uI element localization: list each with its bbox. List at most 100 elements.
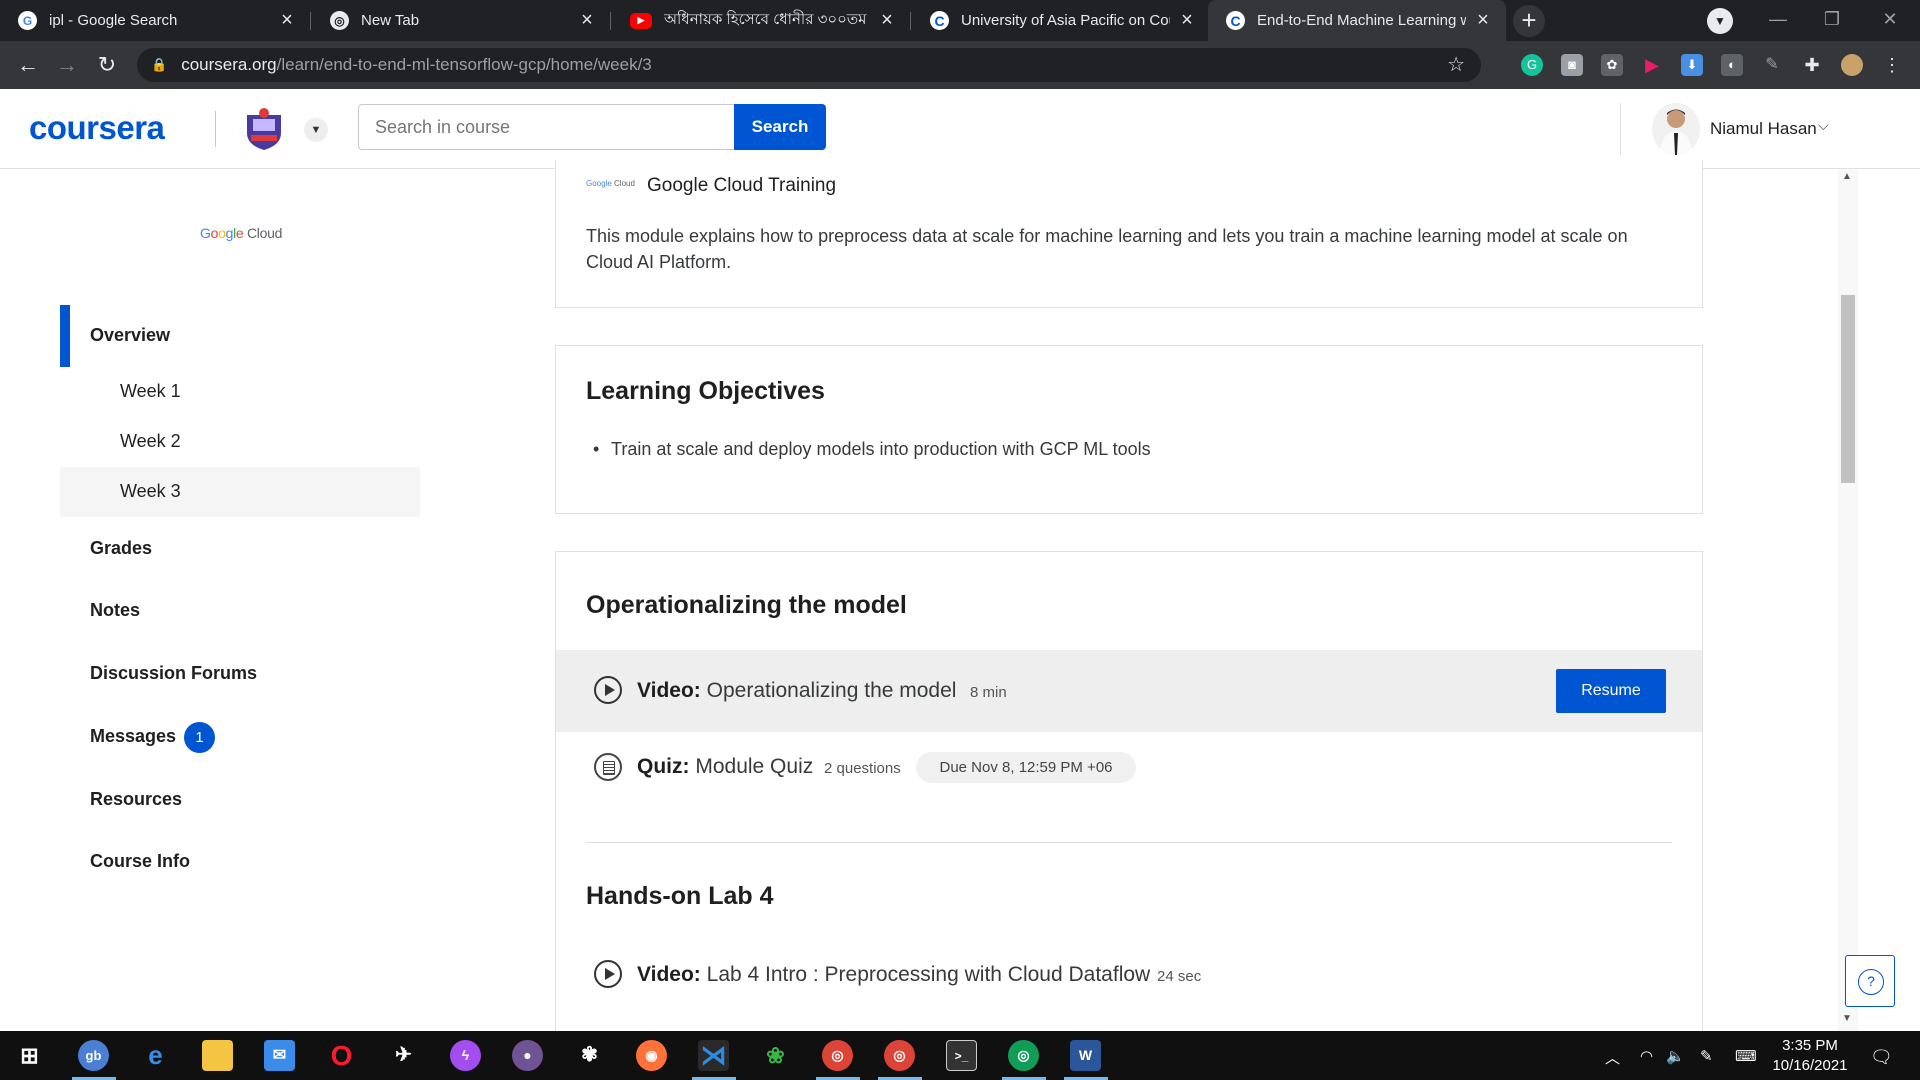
video-duration: 24 sec — [1157, 968, 1202, 985]
instructor-name[interactable]: Google Cloud Training — [647, 175, 836, 197]
help-icon: ? — [1858, 969, 1884, 995]
extension-icon[interactable]: ✿ — [1601, 54, 1623, 76]
search-button[interactable]: Search — [734, 104, 826, 150]
sidebar-item-week-2[interactable]: Week 2 — [120, 431, 181, 452]
chevron-down-icon[interactable]: ▼ — [304, 118, 328, 142]
scroll-down-icon[interactable]: ▼ — [1842, 1013, 1852, 1024]
menu-dots-icon[interactable]: ⋮ — [1881, 54, 1903, 76]
video-item-title[interactable]: Video: Operationalizing the model — [637, 679, 956, 703]
app-icon[interactable]: ✾ — [574, 1040, 605, 1071]
close-icon[interactable]: × — [1178, 9, 1196, 32]
close-icon[interactable]: × — [878, 9, 896, 32]
windows-start-icon[interactable]: ⊞ — [14, 1040, 45, 1071]
minimize-icon[interactable]: — — [1748, 0, 1808, 41]
sidebar-item-course-info[interactable]: Course Info — [90, 851, 190, 872]
new-tab-button[interactable]: + — [1513, 5, 1545, 37]
grammarly-icon[interactable]: G — [1521, 54, 1543, 76]
app-icon[interactable]: ❀ — [760, 1040, 791, 1071]
download-icon[interactable]: ⬇ — [1681, 54, 1703, 76]
play-extension-icon[interactable]: ▶ — [1641, 54, 1663, 76]
word-icon[interactable]: W — [1070, 1040, 1101, 1071]
tab-separator — [910, 12, 911, 30]
scroll-up-icon[interactable]: ▲ — [1842, 171, 1852, 182]
objective-item: Train at scale and deploy models into pr… — [593, 439, 1151, 460]
chrome-icon[interactable]: ◎ — [822, 1040, 853, 1071]
module-description: This module explains how to preprocess d… — [586, 226, 1628, 272]
chrome-icon[interactable]: ◎ — [1008, 1040, 1039, 1071]
chrome-icon[interactable]: ◎ — [884, 1040, 915, 1071]
restore-icon[interactable]: ❐ — [1802, 0, 1862, 41]
file-explorer-icon[interactable] — [202, 1040, 233, 1071]
coursera-header: coursera ▼ Search Niamul Hasan ⌵ — [0, 89, 1920, 169]
close-icon[interactable]: × — [578, 9, 596, 32]
sidebar-item-grades[interactable]: Grades — [90, 538, 152, 559]
vscode-icon[interactable]: ⋊ — [698, 1040, 729, 1071]
resume-button[interactable]: Resume — [1556, 669, 1666, 713]
close-icon[interactable]: × — [278, 9, 296, 32]
sidebar-item-week-1[interactable]: Week 1 — [120, 381, 181, 402]
github-icon[interactable]: ● — [512, 1040, 543, 1071]
browser-tabstrip: G ipl - Google Search × ◎ New Tab × ▶ অধ… — [0, 0, 1920, 41]
coursera-icon: C — [930, 11, 949, 30]
avatar[interactable] — [1652, 103, 1700, 155]
pen-icon[interactable]: ✎ — [1761, 54, 1783, 76]
browser-toolbar: ← → ↻ 🔒 coursera.org/learn/end-to-end-ml… — [0, 41, 1920, 89]
edge-icon[interactable]: e — [140, 1040, 171, 1071]
scrollbar-thumb[interactable] — [1841, 295, 1855, 483]
quiz-icon — [594, 753, 622, 781]
sidebar-item-notes[interactable]: Notes — [90, 600, 140, 621]
google-cloud-logo: Google Cloud — [200, 225, 283, 241]
coursera-icon: C — [1226, 11, 1245, 30]
sidebar-item-overview[interactable]: Overview — [90, 325, 170, 346]
search-input[interactable] — [358, 104, 734, 150]
sidebar-item-resources[interactable]: Resources — [90, 789, 182, 810]
close-icon[interactable]: × — [1474, 9, 1492, 32]
messenger-icon[interactable]: ϟ — [450, 1040, 481, 1071]
sidebar-item-messages[interactable]: Messages — [90, 726, 176, 747]
profile-avatar-icon[interactable] — [1841, 54, 1863, 76]
puzzle-icon[interactable]: ✚ — [1801, 54, 1823, 76]
wifi-icon[interactable]: ◠ — [1640, 1047, 1653, 1065]
opera-icon[interactable]: O — [326, 1040, 357, 1071]
volume-icon[interactable]: 🔈 — [1666, 1047, 1685, 1065]
video-item-title[interactable]: Video: Lab 4 Intro : Preprocessing with … — [637, 963, 1150, 987]
reload-icon[interactable]: ↻ — [93, 51, 121, 79]
extension-icon[interactable]: ◐ — [1721, 54, 1743, 76]
url-host: coursera.org — [181, 55, 277, 74]
keyboard-icon[interactable]: ⌨ — [1735, 1047, 1757, 1065]
header-divider — [215, 111, 216, 147]
coursera-logo[interactable]: coursera — [29, 109, 165, 147]
help-button[interactable]: ? — [1845, 955, 1895, 1007]
bookmark-star-icon[interactable]: ☆ — [1447, 52, 1465, 77]
app-icon[interactable]: gb — [78, 1040, 109, 1071]
app-icon[interactable]: ✈ — [388, 1040, 419, 1071]
browser-tab[interactable]: G ipl - Google Search × — [0, 0, 310, 41]
notification-icon[interactable]: 🗨 — [1870, 1047, 1893, 1068]
tray-chevron-icon[interactable]: ︿ — [1605, 1047, 1620, 1068]
window-close-icon[interactable]: ✕ — [1860, 0, 1920, 41]
sidebar-item-week-3[interactable]: Week 3 — [120, 481, 181, 502]
address-bar[interactable]: 🔒 coursera.org/learn/end-to-end-ml-tenso… — [137, 48, 1481, 82]
pen-icon[interactable]: ✎ — [1700, 1047, 1713, 1065]
tab-search-icon[interactable]: ▼ — [1707, 8, 1733, 34]
firefox-icon[interactable]: ◉ — [636, 1040, 667, 1071]
browser-tab[interactable]: ◎ New Tab × — [312, 0, 610, 41]
camera-icon[interactable]: ◙ — [1561, 54, 1583, 76]
forward-icon[interactable]: → — [53, 51, 81, 79]
back-icon[interactable]: ← — [14, 51, 42, 79]
mail-icon[interactable]: ✉ — [264, 1040, 295, 1071]
section-heading: Operationalizing the model — [586, 591, 907, 619]
quiz-question-count: 2 questions — [824, 760, 901, 777]
university-logo[interactable] — [243, 107, 285, 151]
tab-separator — [310, 12, 311, 30]
sidebar-item-discussion-forums[interactable]: Discussion Forums — [90, 663, 257, 684]
quiz-item-title[interactable]: Quiz: Module Quiz — [637, 755, 813, 779]
browser-tab[interactable]: C University of Asia Pacific on Cour × — [912, 0, 1210, 41]
browser-tab[interactable]: ▶ অধিনায়ক হিসেবে ধোনীর ৩০০তম × — [612, 0, 910, 41]
terminal-icon[interactable]: >_ — [946, 1040, 977, 1071]
browser-tab-active[interactable]: C End-to-End Machine Learning wi × — [1208, 0, 1506, 41]
system-clock[interactable]: 3:35 PM 10/16/2021 — [1770, 1036, 1850, 1076]
youtube-icon: ▶ — [630, 12, 652, 29]
chevron-down-icon[interactable]: ⌵ — [1818, 117, 1829, 134]
user-name[interactable]: Niamul Hasan — [1710, 119, 1817, 139]
